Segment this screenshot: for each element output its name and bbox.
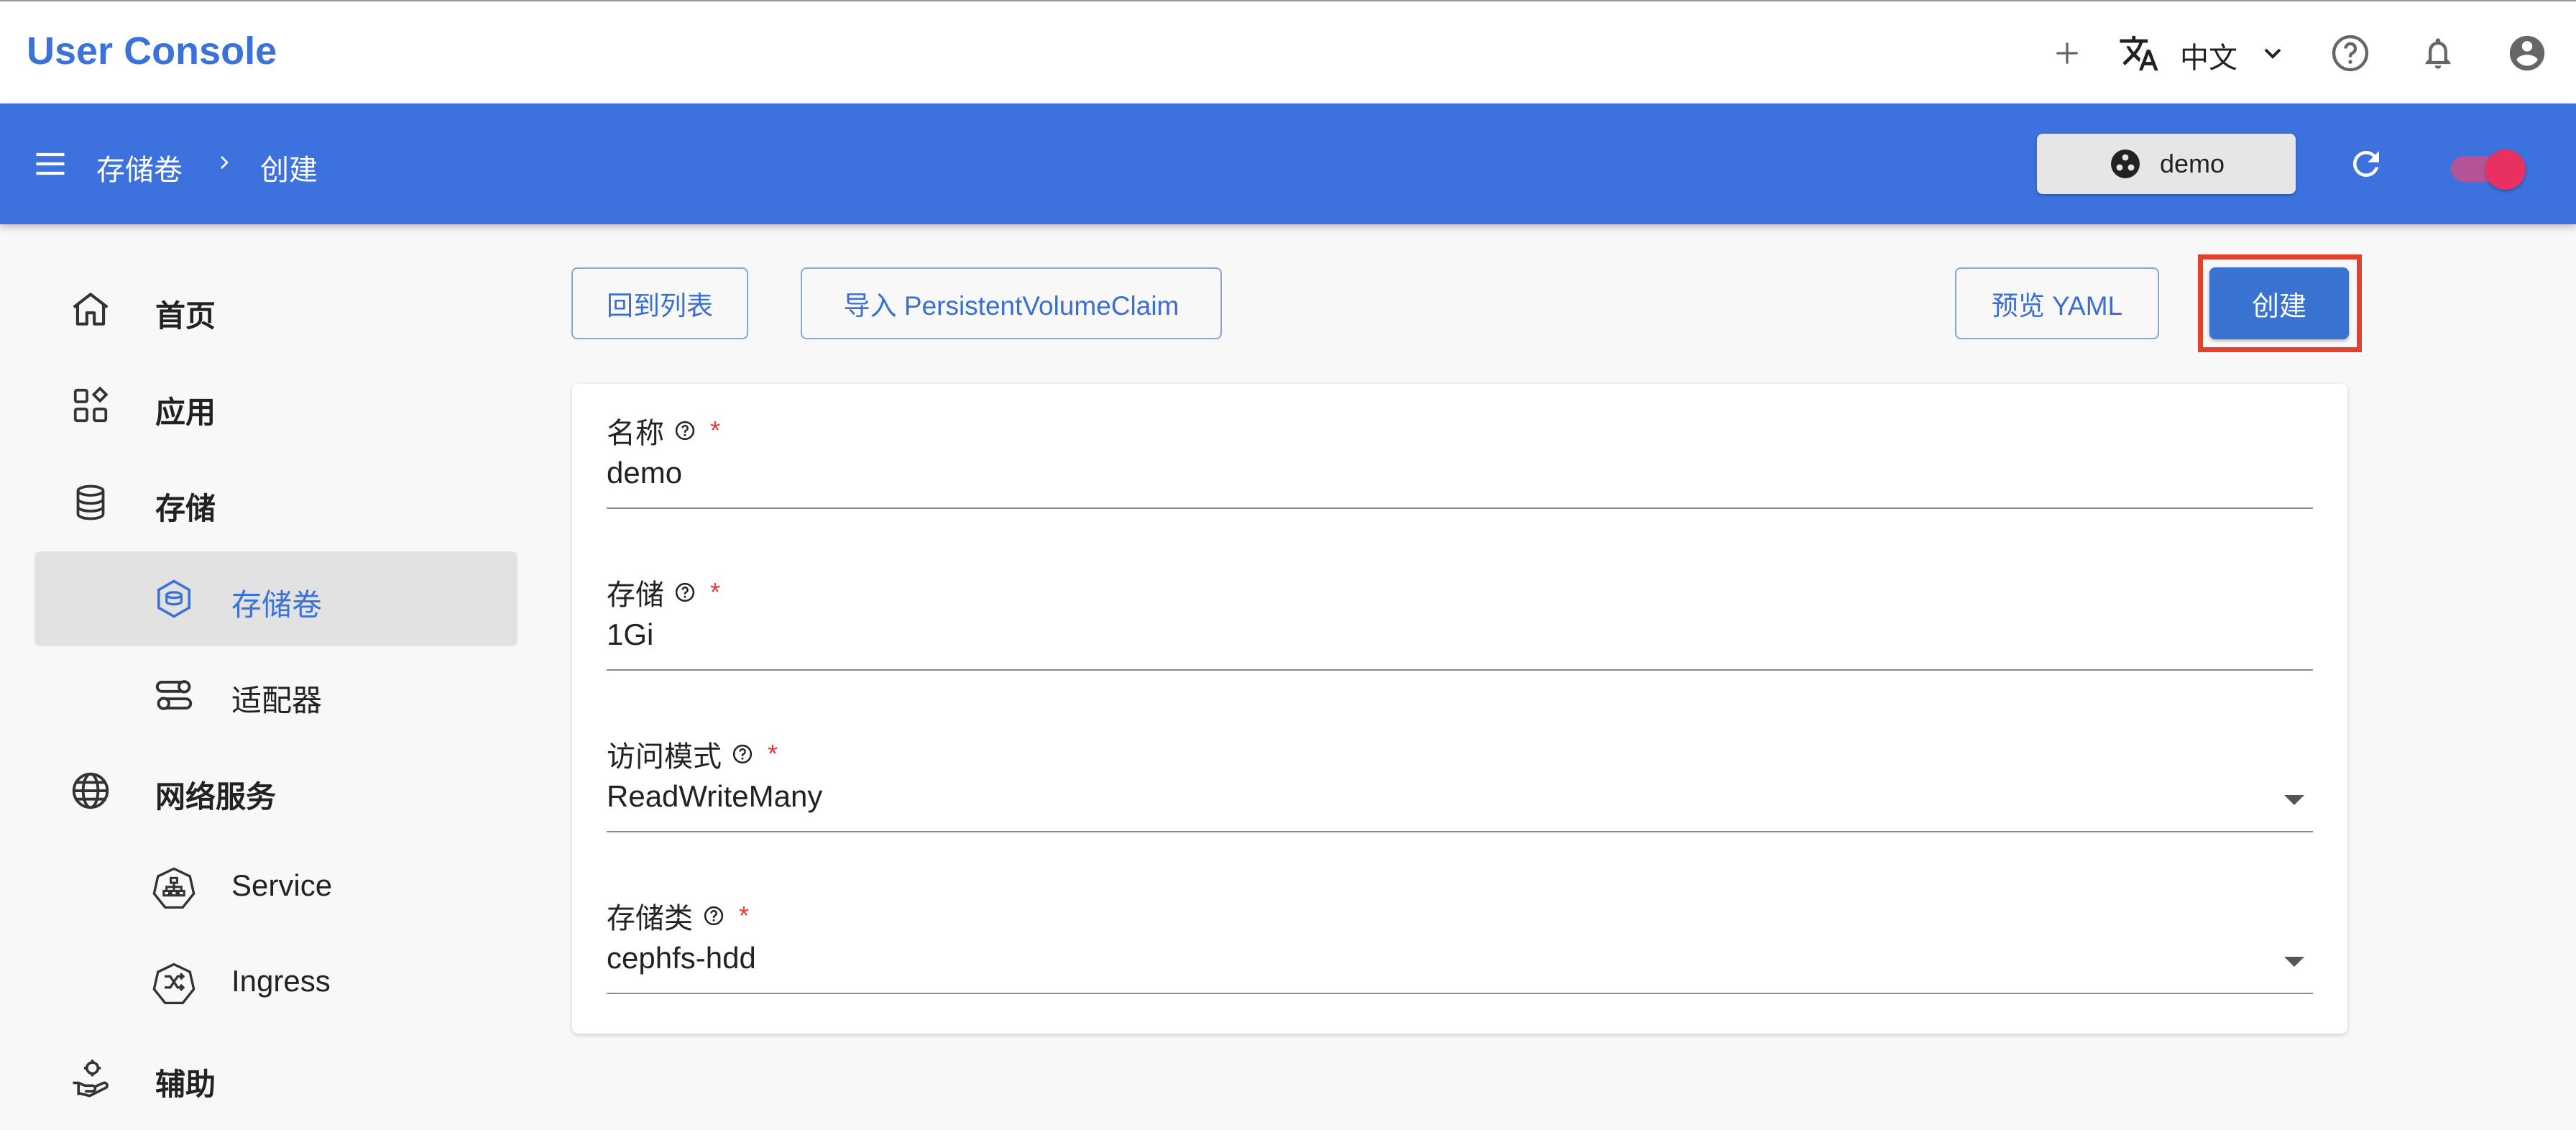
- sidebar-item-home[interactable]: 首页: [155, 292, 216, 336]
- name-field[interactable]: 名称 * demo: [607, 410, 2313, 510]
- language-label[interactable]: 中文: [2180, 35, 2237, 76]
- home-icon: [68, 286, 114, 332]
- top-app-bar: User Console 中文: [0, 0, 2576, 104]
- dropdown-arrow-icon[interactable]: [2284, 795, 2304, 805]
- sidebar-item-storage[interactable]: 存储: [155, 484, 216, 528]
- field-label: 存储类 *: [607, 895, 749, 937]
- sidebar-item-volumes[interactable]: 存储卷: [231, 581, 322, 625]
- sidebar-item-ingress[interactable]: Ingress: [231, 964, 331, 998]
- back-to-list-button[interactable]: 回到列表: [571, 267, 748, 339]
- namespace-icon: [2108, 147, 2143, 181]
- helper-icon: [68, 1055, 114, 1101]
- chevron-down-icon[interactable]: [2250, 30, 2296, 76]
- input-underline: [607, 831, 2313, 832]
- volume-icon: [151, 576, 197, 622]
- translate-icon[interactable]: [2116, 30, 2162, 76]
- access-mode-label: 访问模式: [607, 741, 722, 773]
- input-underline: [607, 507, 2313, 509]
- help-icon[interactable]: [674, 582, 696, 603]
- required-mark: *: [739, 901, 750, 930]
- storage-field[interactable]: 存储 * 1Gi: [607, 571, 2313, 672]
- apps-icon: [68, 382, 114, 428]
- account-icon[interactable]: [2504, 30, 2550, 76]
- help-icon[interactable]: [703, 905, 724, 927]
- globe-icon: [68, 768, 114, 814]
- app-title: User Console: [27, 29, 277, 73]
- breadcrumb-create: 创建: [260, 155, 318, 186]
- access-mode-field[interactable]: 访问模式 * ReadWriteMany: [607, 733, 2313, 834]
- required-mark: *: [768, 739, 778, 768]
- refresh-icon[interactable]: [2343, 141, 2389, 187]
- sidebar-item-service[interactable]: Service: [231, 868, 332, 903]
- sidebar-item-apps[interactable]: 应用: [155, 388, 216, 432]
- sidebar-item-adapters[interactable]: 适配器: [231, 676, 322, 720]
- ingress-icon: [151, 959, 197, 1005]
- sidebar-item-helper[interactable]: 辅助: [155, 1060, 216, 1104]
- form-card: 名称 * demo 存储 * 1Gi 访问模式 * ReadWriteMany …: [572, 384, 2347, 1034]
- theme-toggle[interactable]: [2485, 150, 2526, 190]
- field-label: 存储 *: [607, 571, 720, 613]
- create-button[interactable]: 创建: [2209, 267, 2349, 339]
- menu-icon[interactable]: [29, 142, 72, 185]
- namespace-label: demo: [2159, 149, 2225, 178]
- database-icon: [68, 479, 114, 525]
- service-icon: [151, 863, 197, 909]
- name-input[interactable]: demo: [607, 456, 682, 490]
- storage-class-select[interactable]: cephfs-hdd: [607, 941, 756, 975]
- breadcrumb-separator-icon: [213, 151, 236, 178]
- dropdown-arrow-icon[interactable]: [2284, 957, 2304, 967]
- help-icon[interactable]: [732, 743, 753, 765]
- storage-label: 存储: [607, 579, 664, 611]
- access-mode-select[interactable]: ReadWriteMany: [607, 779, 822, 814]
- adapter-icon: [151, 672, 197, 718]
- field-label: 名称 *: [607, 410, 720, 451]
- storage-input[interactable]: 1Gi: [607, 617, 653, 652]
- add-icon[interactable]: [2044, 30, 2090, 76]
- storage-class-label: 存储类: [607, 903, 693, 934]
- storage-class-field[interactable]: 存储类 * cephfs-hdd: [607, 895, 2313, 996]
- required-mark: *: [710, 415, 721, 445]
- import-pvc-button[interactable]: 导入 PersistentVolumeClaim: [801, 267, 1222, 339]
- preview-yaml-button[interactable]: 预览 YAML: [1955, 267, 2159, 339]
- namespace-selector[interactable]: demo: [2037, 134, 2296, 194]
- required-mark: *: [710, 577, 721, 607]
- help-icon[interactable]: [674, 420, 696, 441]
- help-icon[interactable]: [2327, 30, 2373, 76]
- input-underline: [607, 669, 2313, 671]
- breadcrumb-volumes[interactable]: 存储卷: [96, 147, 183, 188]
- bell-icon[interactable]: [2415, 30, 2461, 76]
- input-underline: [607, 993, 2313, 994]
- name-label: 名称: [607, 418, 664, 449]
- sidebar-item-network[interactable]: 网络服务: [155, 773, 276, 817]
- field-label: 访问模式 *: [607, 733, 778, 775]
- page-header: 存储卷 创建 demo: [0, 104, 2576, 224]
